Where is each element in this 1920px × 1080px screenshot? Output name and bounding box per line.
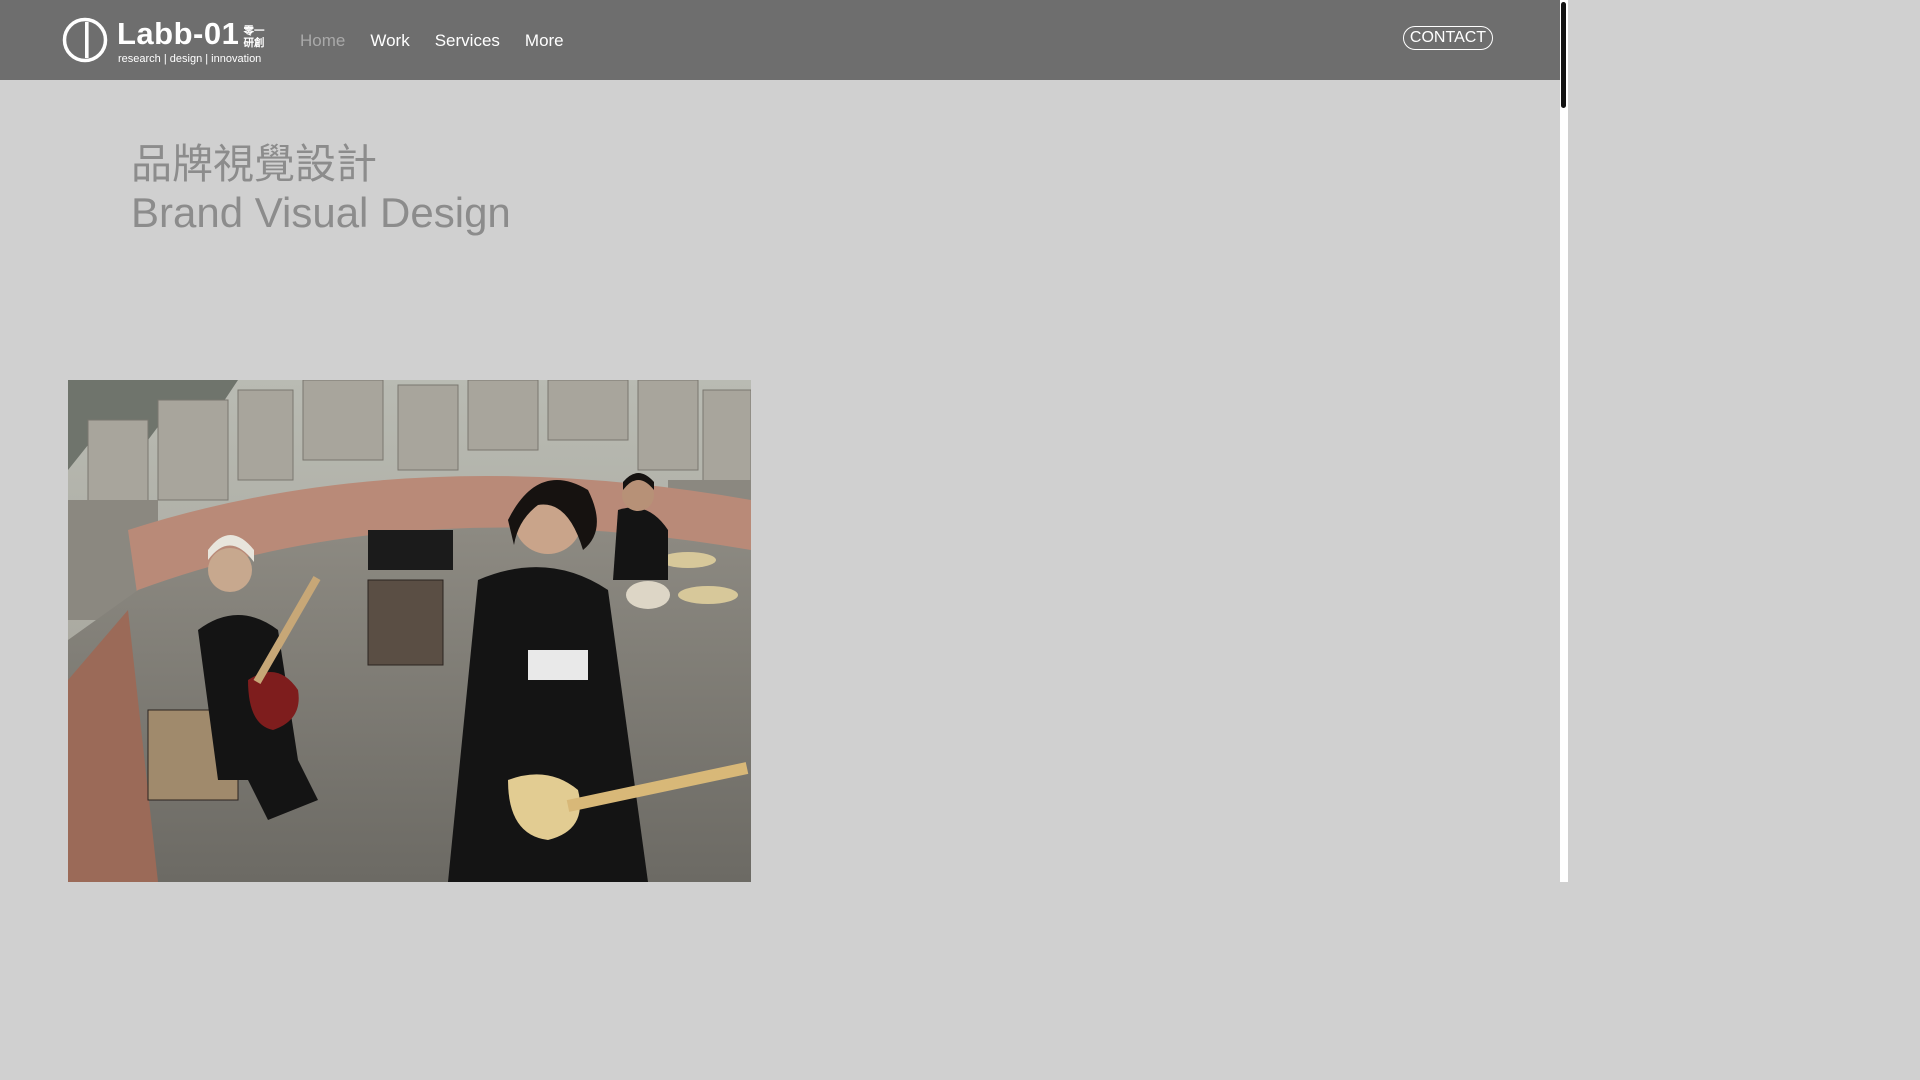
page-title-en: Brand Visual Design	[131, 189, 511, 236]
logo-tagline: research | design | innovation	[118, 53, 262, 65]
logo[interactable]: Labb-01 零一研創 research | design | innovat…	[62, 16, 266, 68]
logo-mark-icon	[62, 17, 108, 63]
site-header: Labb-01 零一研創 research | design | innovat…	[0, 0, 1560, 80]
hero-photo	[68, 380, 751, 882]
contact-button[interactable]: CONTACT	[1403, 26, 1493, 50]
nav-home[interactable]: Home	[300, 30, 345, 52]
scrollbar-thumb[interactable]	[1561, 2, 1566, 108]
nav-work[interactable]: Work	[370, 30, 409, 52]
logo-wordmark: Labb-01	[117, 16, 240, 51]
nav-services[interactable]: Services	[435, 30, 500, 52]
nav-more[interactable]: More	[525, 30, 564, 52]
main-nav: Home Work Services More	[300, 30, 589, 52]
rooftop-band-photo	[68, 380, 751, 882]
logo-cjk-text: 零一研創	[243, 25, 265, 49]
hero-title: 品牌視覺設計 Brand Visual Design	[131, 140, 511, 238]
page-scrollbar[interactable]	[1560, 0, 1568, 882]
page-title-cjk: 品牌視覺設計	[131, 140, 377, 188]
page: Labb-01 零一研創 research | design | innovat…	[0, 0, 1568, 882]
